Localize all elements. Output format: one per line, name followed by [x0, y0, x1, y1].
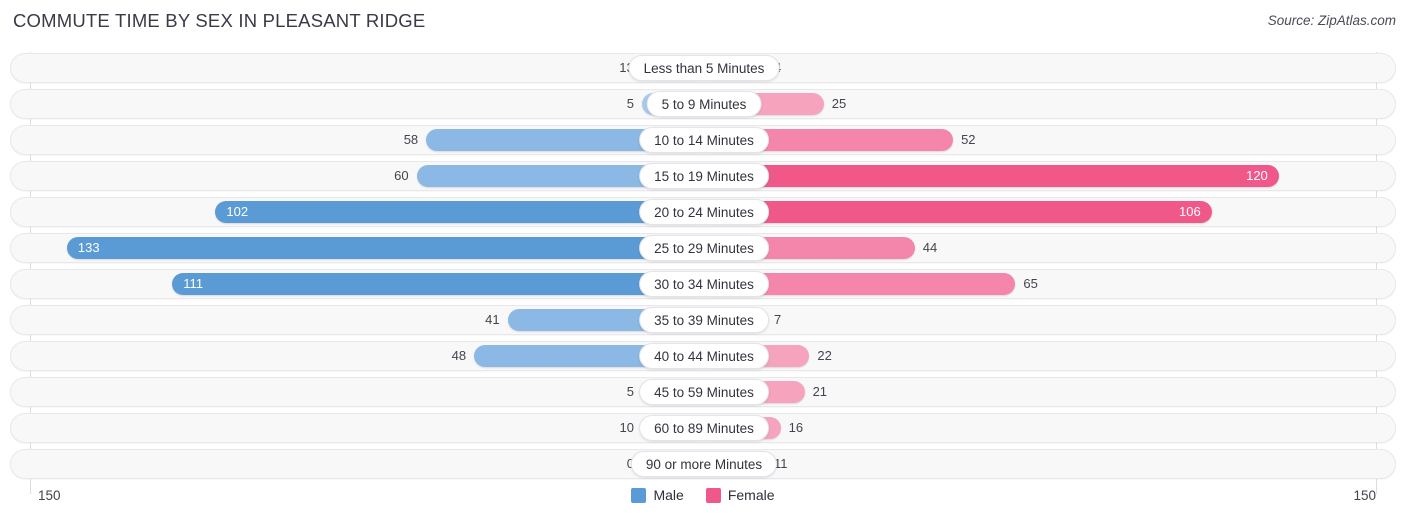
category-label: Less than 5 Minutes	[628, 55, 780, 81]
category-label: 15 to 19 Minutes	[639, 163, 769, 189]
table-row: 10 16 60 to 89 Minutes	[10, 413, 1396, 443]
legend-item-female[interactable]: Female	[705, 487, 775, 503]
bar-value-male: 48	[451, 348, 467, 363]
bar-value-female: 65	[1023, 276, 1038, 291]
chart-legend: Male Female	[0, 487, 1406, 503]
row-bars: 01190 or more Minutes	[11, 450, 1397, 478]
row-bars: 60 120 15 to 19 Minutes	[11, 162, 1397, 190]
table-row: 48 22 40 to 44 Minutes	[10, 341, 1396, 371]
bar-value-female: 106	[1179, 204, 1201, 219]
row-bars: 10 16 60 to 89 Minutes	[11, 414, 1397, 442]
table-row: 41 7 35 to 39 Minutes	[10, 305, 1396, 335]
bar-value-female: 16	[788, 420, 804, 435]
bar-value-female: 120	[1246, 168, 1268, 183]
row-bars: 5 25 5 to 9 Minutes	[11, 90, 1397, 118]
bar-value-male: 133	[77, 240, 100, 255]
table-row: 01190 or more Minutes	[10, 449, 1396, 479]
bar-value-male: 58	[403, 132, 419, 147]
category-label: 40 to 44 Minutes	[639, 343, 769, 369]
bar-value-male: 60	[394, 168, 409, 183]
page-title: COMMUTE TIME BY SEX IN PLEASANT RIDGE	[13, 10, 426, 31]
row-bars: 102 106 20 to 24 Minutes	[11, 198, 1397, 226]
category-label: 60 to 89 Minutes	[639, 415, 769, 441]
row-bars: 5 21 45 to 59 Minutes	[11, 378, 1397, 406]
table-row: 134Less than 5 Minutes	[10, 53, 1396, 83]
category-label: 45 to 59 Minutes	[639, 379, 769, 405]
table-row: 65 111 30 to 34 Minutes	[10, 269, 1396, 299]
category-label: 20 to 24 Minutes	[639, 199, 769, 225]
legend-swatch-male	[631, 487, 647, 503]
chart-footer: 150 150 Male Female	[0, 484, 1406, 523]
bar-value-female: 22	[817, 348, 832, 363]
table-row: 5 21 45 to 59 Minutes	[10, 377, 1396, 407]
row-bars: 65 111 30 to 34 Minutes	[11, 270, 1397, 298]
legend-swatch-female	[705, 487, 721, 503]
bar-male[interactable]: 102	[215, 201, 704, 223]
bar-value-male: 41	[485, 312, 500, 327]
legend-label-male: Male	[653, 487, 684, 503]
chart-plot-area: 134Less than 5 Minutes5255 to 9 Minutes5…	[0, 52, 1406, 484]
bar-male[interactable]: 111	[172, 273, 704, 295]
row-bars: 41 7 35 to 39 Minutes	[11, 306, 1397, 334]
bar-female[interactable]: 120	[704, 165, 1279, 187]
bar-value-female: 21	[812, 384, 828, 399]
table-row: 60 120 15 to 19 Minutes	[10, 161, 1396, 191]
table-row: 44 133 25 to 29 Minutes	[10, 233, 1396, 263]
category-label: 30 to 34 Minutes	[639, 271, 769, 297]
row-bars: 58 52 10 to 14 Minutes	[11, 126, 1397, 154]
chart-page: COMMUTE TIME BY SEX IN PLEASANT RIDGE So…	[0, 0, 1406, 523]
bar-value-female: 52	[961, 132, 976, 147]
bar-value-male: 5	[626, 96, 634, 111]
category-label: 25 to 29 Minutes	[639, 235, 769, 261]
table-row: 58 52 10 to 14 Minutes	[10, 125, 1396, 155]
category-label: 35 to 39 Minutes	[639, 307, 769, 333]
bar-value-male: 111	[183, 276, 204, 291]
row-bars: 134Less than 5 Minutes	[11, 54, 1397, 82]
bar-value-female: 7	[774, 312, 782, 327]
legend-item-male[interactable]: Male	[631, 487, 684, 503]
bar-value-male: 102	[226, 204, 249, 219]
table-row: 5 25 5 to 9 Minutes	[10, 89, 1396, 119]
category-label: 10 to 14 Minutes	[639, 127, 769, 153]
bar-value-male: 5	[626, 384, 634, 399]
category-label: 5 to 9 Minutes	[646, 91, 762, 117]
category-label: 90 or more Minutes	[630, 451, 778, 477]
table-row: 102 106 20 to 24 Minutes	[10, 197, 1396, 227]
row-bars: 48 22 40 to 44 Minutes	[11, 342, 1397, 370]
bar-value-female: 44	[922, 240, 938, 255]
bar-value-female: 25	[831, 96, 847, 111]
row-bars: 44 133 25 to 29 Minutes	[11, 234, 1397, 262]
bar-male[interactable]: 133	[66, 237, 704, 259]
legend-label-female: Female	[727, 487, 775, 503]
bar-female[interactable]: 106	[704, 201, 1212, 223]
bar-value-male: 10	[619, 420, 634, 435]
source-attribution: Source: ZipAtlas.com	[1267, 13, 1396, 28]
